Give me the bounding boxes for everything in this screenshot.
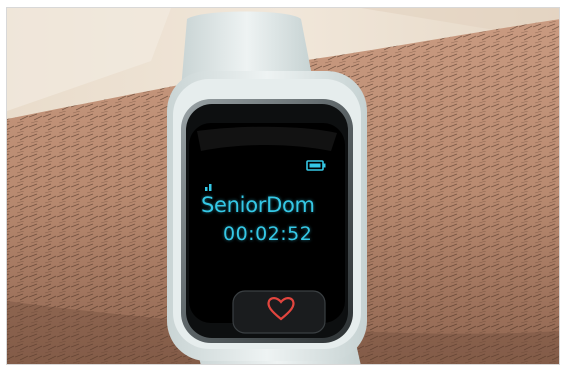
- device-name-label: SeniorDom: [201, 193, 315, 217]
- sos-button[interactable]: [232, 290, 326, 334]
- timer-readout: 00:02:52: [223, 223, 313, 245]
- photo-scene: [7, 8, 559, 364]
- photo: SeniorDom 00:02:52: [6, 7, 560, 365]
